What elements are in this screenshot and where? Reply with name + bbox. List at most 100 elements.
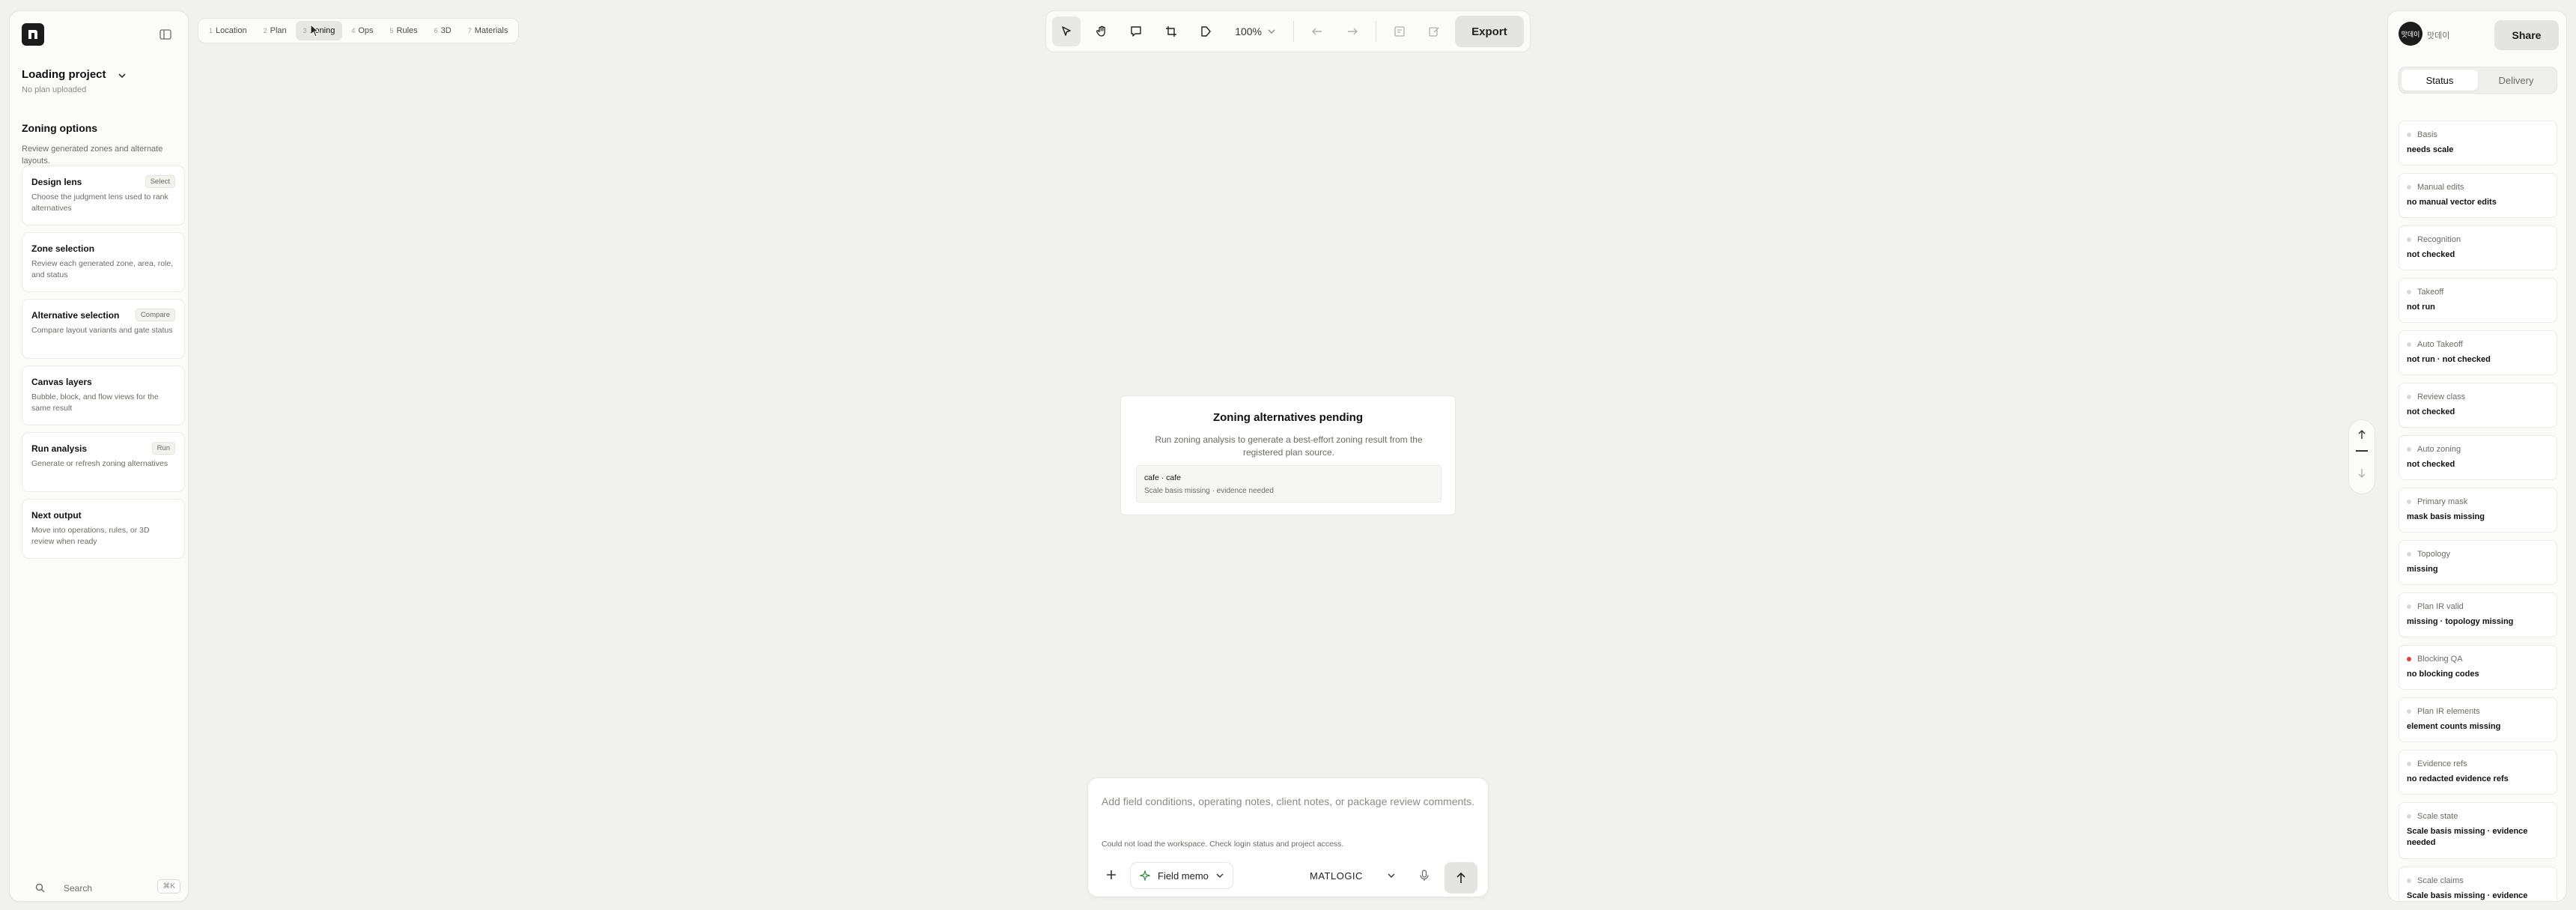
option-card-alternative-selection[interactable]: Alternative selection Compare Compare la… — [22, 299, 185, 359]
plan-source-item[interactable]: cafe · cafe Scale basis missing · eviden… — [1136, 465, 1442, 503]
status-value: no manual vector edits — [2407, 198, 2497, 207]
pan-icon[interactable] — [1087, 16, 1115, 46]
status-card-plan-ir-elements[interactable]: Plan IR elements element counts missing — [2399, 697, 2557, 742]
option-card-run-analysis[interactable]: Run analysis Run Generate or refresh zon… — [22, 432, 185, 492]
status-label-text: Scale state — [2417, 812, 2458, 821]
status-card-topology[interactable]: Topology missing — [2399, 540, 2557, 585]
tab-delivery[interactable]: Delivery — [2478, 70, 2554, 91]
composer-input[interactable]: Add field conditions, operating notes, c… — [1102, 793, 1476, 810]
tab-label: Plan — [270, 26, 287, 35]
chevron-down-icon — [1268, 29, 1275, 34]
redo-icon[interactable] — [1337, 16, 1366, 46]
arrow-up-icon — [1456, 872, 1465, 883]
status-label: Scale state — [2407, 812, 2458, 821]
status-label: Evidence refs — [2407, 759, 2467, 768]
status-card-auto-zoning[interactable]: Auto zoning not checked — [2399, 435, 2557, 480]
chevron-down-icon[interactable] — [118, 70, 127, 83]
export-button[interactable]: Export — [1454, 16, 1524, 47]
status-dot-icon — [2407, 290, 2411, 294]
status-card-scale-claims[interactable]: Scale claims Scale basis missing · evide… — [2399, 867, 2557, 901]
mouse-cursor-icon — [310, 23, 321, 41]
status-dot-icon — [2407, 552, 2411, 556]
edit-icon[interactable] — [1420, 16, 1448, 46]
tab-ops[interactable]: 4 Ops — [344, 21, 380, 40]
alert-dot-icon — [2407, 657, 2411, 661]
compare-badge[interactable]: Compare — [135, 309, 175, 321]
search-button[interactable]: Search ⌘K — [22, 876, 185, 899]
option-card-next-output[interactable]: Next output Move into operations, rules,… — [22, 499, 185, 559]
select-icon[interactable] — [1052, 16, 1081, 46]
tab-status[interactable]: Status — [2402, 70, 2478, 91]
status-value: needs scale — [2407, 145, 2454, 154]
tab-plan[interactable]: 2 Plan — [256, 21, 294, 40]
send-button[interactable] — [1445, 862, 1477, 894]
status-dot-icon — [2407, 762, 2411, 766]
option-desc: Compare layout variants and gate status — [31, 326, 173, 335]
zoom-select[interactable]: 100% — [1226, 16, 1284, 46]
option-card-canvas-layers[interactable]: Canvas layers Bubble, block, and flow vi… — [22, 365, 185, 425]
comment-icon[interactable] — [1122, 16, 1150, 46]
add-icon[interactable] — [1099, 862, 1124, 888]
status-card-plan-ir-valid[interactable]: Plan IR valid missing · topology missing — [2399, 592, 2557, 637]
avatar[interactable]: 맛데이 — [2399, 22, 2422, 46]
scroll-rail — [2348, 419, 2375, 494]
status-value: not checked — [2407, 460, 2455, 469]
status-card-review-class[interactable]: Review class not checked — [2399, 383, 2557, 428]
status-dot-icon — [2407, 709, 2411, 714]
tab-materials[interactable]: 7 Materials — [461, 21, 516, 40]
sidebar-toggle-icon[interactable] — [157, 26, 174, 43]
status-card-recognition[interactable]: Recognition not checked — [2399, 225, 2557, 270]
status-card-auto-takeoff[interactable]: Auto Takeoff not run · not checked — [2399, 330, 2557, 375]
select-badge[interactable]: Select — [145, 175, 175, 188]
status-value: Scale basis missing · evidence — [2407, 891, 2528, 900]
option-card-zone-selection[interactable]: Zone selection Review each generated zon… — [22, 232, 185, 292]
tab-rules[interactable]: 5 Rules — [383, 21, 425, 40]
status-card-manual-edits[interactable]: Manual edits no manual vector edits — [2399, 173, 2557, 218]
left-sidebar: Loading project No plan uploaded Zoning … — [9, 10, 189, 902]
tab-3d[interactable]: 6 3D — [427, 21, 459, 40]
status-card-takeoff[interactable]: Takeoff not run — [2399, 278, 2557, 323]
status-label: Scale claims — [2407, 876, 2464, 885]
model-select[interactable]: MATLOGIC — [1299, 862, 1404, 889]
tag-icon[interactable] — [1191, 16, 1220, 46]
zoning-options-title: Zoning options — [22, 122, 98, 134]
toolbar-divider — [1293, 21, 1294, 42]
tab-location[interactable]: 1 Location — [201, 21, 255, 40]
status-dot-icon — [2407, 814, 2411, 819]
status-dot-icon — [2407, 500, 2411, 504]
status-card-scale-state[interactable]: Scale state Scale basis missing · eviden… — [2399, 802, 2557, 859]
status-dot-icon — [2407, 395, 2411, 399]
tab-number: 7 — [467, 27, 472, 34]
status-card-evidence-refs[interactable]: Evidence refs no redacted evidence refs — [2399, 750, 2557, 795]
zoning-options-description: Review generated zones and alternate lay… — [22, 145, 163, 166]
status-label-text: Plan IR elements — [2417, 707, 2480, 716]
status-value: no redacted evidence refs — [2407, 774, 2509, 783]
status-label: Manual edits — [2407, 183, 2464, 192]
crop-icon[interactable] — [1156, 16, 1185, 46]
field-memo-select[interactable]: Field memo — [1130, 862, 1233, 889]
tab-number: 4 — [351, 27, 356, 34]
option-card-design-lens[interactable]: Design lens Select Choose the judgment l… — [22, 166, 185, 225]
status-value: missing · topology missing — [2407, 617, 2514, 626]
status-label-text: Manual edits — [2417, 183, 2464, 192]
status-card-blocking-qa[interactable]: Blocking QA no blocking codes — [2399, 645, 2557, 690]
option-title: Zone selection — [31, 243, 95, 254]
status-dot-icon — [2407, 879, 2411, 883]
tab-label: Ops — [358, 26, 374, 35]
status-card-primary-mask[interactable]: Primary mask mask basis missing — [2399, 488, 2557, 533]
status-card-basis[interactable]: Basis needs scale — [2399, 121, 2557, 166]
project-title[interactable]: Loading project — [22, 68, 106, 81]
app-logo[interactable] — [22, 23, 44, 46]
user-name: 맛데이 — [2427, 31, 2450, 40]
scroll-top-icon[interactable] — [2357, 429, 2366, 443]
search-label: Search — [64, 883, 93, 894]
status-label: Plan IR elements — [2407, 707, 2480, 716]
microphone-icon[interactable] — [1412, 862, 1437, 889]
run-badge[interactable]: Run — [151, 442, 175, 455]
status-label-text: Recognition — [2417, 235, 2461, 244]
notes-icon[interactable] — [1385, 16, 1414, 46]
canvas-toolbar: 100% Export — [1045, 10, 1531, 52]
undo-icon[interactable] — [1303, 16, 1331, 46]
scroll-bottom-icon[interactable] — [2357, 468, 2366, 482]
share-button[interactable]: Share — [2494, 20, 2559, 50]
